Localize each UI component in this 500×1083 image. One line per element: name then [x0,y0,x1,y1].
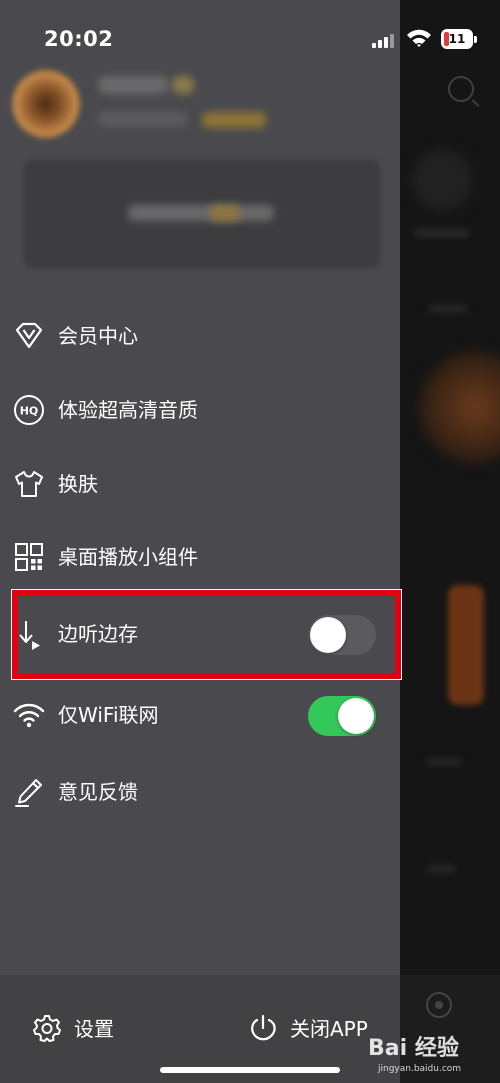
hq-icon: HQ [14,395,44,425]
menu-item-label: 会员中心 [58,324,138,348]
menu-item-skin[interactable]: 换肤 [0,459,400,509]
menu-item-widget[interactable]: 桌面播放小组件 [0,532,400,582]
menu-item-label: 体验超高清音质 [58,398,198,422]
menu-item-wifi-only[interactable]: 仅WiFi联网 [0,690,400,740]
wifi-only-toggle[interactable] [308,696,376,736]
member-tag-blurred [202,112,266,128]
svg-text:HQ: HQ [20,405,39,418]
menu-item-vip[interactable]: 会员中心 [0,311,400,361]
search-icon [448,76,474,102]
avatar[interactable] [12,70,80,138]
menu-item-label: 边听边存 [58,622,138,646]
pen-icon [15,779,42,807]
listen-and-save-toggle[interactable] [308,615,376,655]
status-bar: 20:02 11 [0,0,500,70]
username-blurred [98,76,168,94]
menu-item-label: 桌面播放小组件 [58,545,198,569]
watermark-brand: Bai 经验 [368,1036,459,1061]
cellular-signal-icon [372,32,398,48]
toggle-knob [338,698,374,734]
menu-item-feedback[interactable]: 意见反馈 [0,767,400,817]
menu-item-label: 换肤 [58,472,98,496]
radio-icon [426,992,452,1018]
close-app-button[interactable]: 关闭APP [248,1011,388,1047]
power-icon [251,1014,276,1041]
close-app-label: 关闭APP [290,1017,368,1041]
menu-item-label: 仅WiFi联网 [58,703,159,727]
baidu-jingyan-watermark: Bai 经验 jingyan.baidu.com [368,1030,498,1080]
battery-icon: 11 [441,29,477,49]
battery-level: 11 [448,32,466,46]
menu-item-label: 意见反馈 [58,780,138,804]
status-time: 20:02 [44,27,114,51]
wifi-status-icon [407,29,431,47]
widget-grid-icon [15,543,43,571]
gear-icon [33,1015,61,1042]
menu-item-hq[interactable]: HQ 体验超高清音质 [0,385,400,435]
vip-v-icon [15,322,43,349]
settings-label: 设置 [74,1017,114,1041]
background-app-overlay[interactable] [400,0,500,1083]
wifi-icon [13,703,45,728]
watermark-site: jingyan.baidu.com [378,1064,462,1074]
toggle-knob [310,617,346,653]
settings-button[interactable]: 设置 [32,1011,142,1047]
home-indicator[interactable] [160,1067,340,1073]
promo-banner-text-blurred [128,205,274,221]
tshirt-icon [15,471,43,497]
download-play-icon [19,621,40,650]
vip-badge-blurred [172,76,194,94]
side-drawer: 会员中心 HQ 体验超高清音质 换肤 桌面播放小组件 边听边存 仅WiFi联网 … [0,0,400,1083]
menu-item-listen-and-save[interactable]: 边听边存 [0,609,400,659]
user-info-blurred [98,112,188,126]
